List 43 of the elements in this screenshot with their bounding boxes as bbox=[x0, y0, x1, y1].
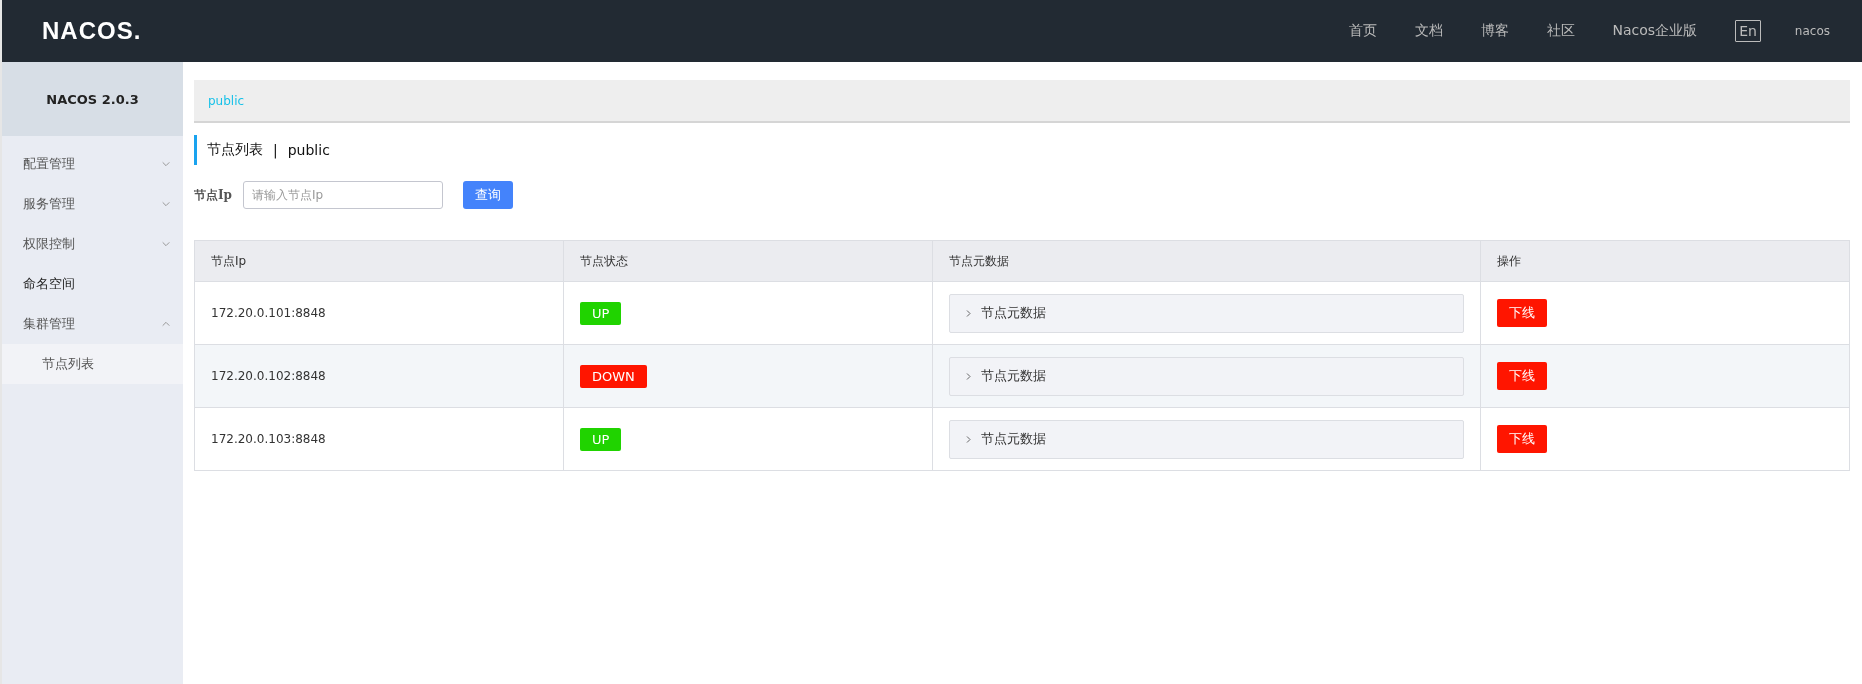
column-header: 节点元数据 bbox=[932, 240, 1481, 282]
metadata-panel[interactable]: 节点元数据 bbox=[949, 293, 1464, 333]
status-badge: DOWN bbox=[580, 364, 647, 388]
metadata-label: 节点元数据 bbox=[981, 430, 1046, 448]
product-version: NACOS 2.0.3 bbox=[2, 62, 183, 136]
field-label: 节点Ip bbox=[194, 186, 233, 204]
table-cell: 172.20.0.103:8848 bbox=[194, 407, 564, 471]
title-separator: | bbox=[273, 142, 278, 158]
offline-button[interactable]: 下线 bbox=[1497, 362, 1547, 390]
nav-link[interactable]: 社区 bbox=[1546, 22, 1575, 40]
menu-item[interactable]: 权限控制 bbox=[2, 224, 183, 264]
menu-item[interactable]: 集群管理 bbox=[2, 304, 183, 344]
nav-link[interactable]: 首页 bbox=[1348, 22, 1377, 40]
offline-button[interactable]: 下线 bbox=[1497, 425, 1547, 453]
chevron-icon bbox=[964, 434, 973, 444]
node-ip-input[interactable]: 请输入节点Ip bbox=[243, 181, 443, 209]
column-header: 节点状态 bbox=[563, 240, 933, 282]
nav-link[interactable]: 博客 bbox=[1480, 22, 1509, 40]
offline-button[interactable]: 下线 bbox=[1497, 299, 1547, 327]
column-header: 操作 bbox=[1480, 240, 1850, 282]
page-title-text: 节点列表 bbox=[207, 141, 263, 159]
metadata-panel[interactable]: 节点元数据 bbox=[949, 356, 1464, 396]
language-button[interactable]: En bbox=[1735, 20, 1761, 42]
table-cell: 172.20.0.102:8848 bbox=[194, 344, 564, 408]
nacos-logo[interactable]: NACOS. bbox=[42, 17, 142, 45]
submenu-item[interactable]: 节点列表 bbox=[2, 344, 183, 384]
status-badge: UP bbox=[580, 427, 622, 451]
chevron-icon bbox=[964, 308, 973, 318]
nav-link[interactable]: 文档 bbox=[1414, 22, 1443, 40]
menu-item[interactable]: 命名空间 bbox=[2, 264, 183, 304]
menu-item[interactable]: 配置管理 bbox=[2, 144, 183, 184]
namespace-name: public bbox=[287, 142, 330, 158]
metadata-label: 节点元数据 bbox=[981, 367, 1046, 385]
metadata-panel[interactable]: 节点元数据 bbox=[949, 419, 1464, 459]
nav-link[interactable]: Nacos企业版 bbox=[1612, 22, 1698, 40]
chevron-icon bbox=[964, 371, 973, 381]
menu-item[interactable]: 服务管理 bbox=[2, 184, 183, 224]
query-button[interactable]: 查询 bbox=[463, 181, 513, 209]
column-header: 节点Ip bbox=[194, 240, 564, 282]
status-badge: UP bbox=[580, 301, 622, 325]
table-cell: 172.20.0.101:8848 bbox=[194, 281, 564, 345]
metadata-label: 节点元数据 bbox=[981, 304, 1046, 322]
user-name[interactable]: nacos bbox=[1794, 24, 1830, 38]
